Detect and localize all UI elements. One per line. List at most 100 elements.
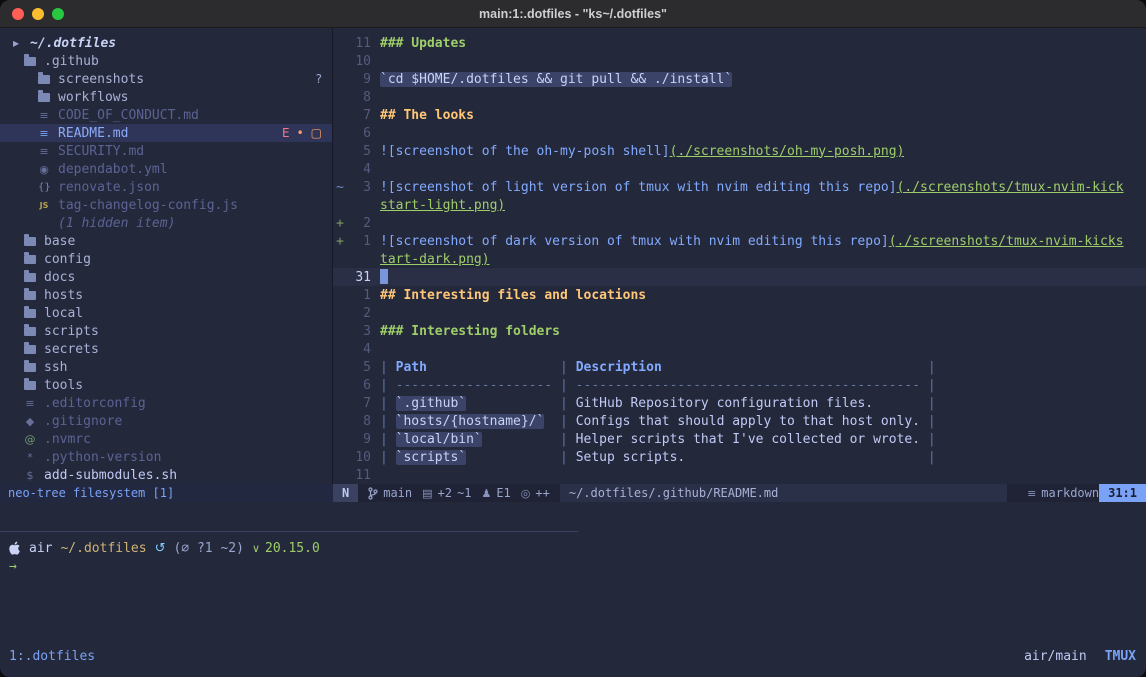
line-number: 8: [347, 90, 371, 105]
editor-line[interactable]: 11: [333, 466, 1146, 484]
tree-item[interactable]: ≡.editorconfig: [0, 394, 332, 412]
tmux-status-right: air/main TMUX: [1024, 649, 1136, 664]
line-number: 11: [347, 36, 371, 51]
editor-line[interactable]: 8: [333, 88, 1146, 106]
editor-line[interactable]: start-light.png): [333, 196, 1146, 214]
line-number: 5: [347, 360, 371, 375]
tree-item[interactable]: ≡README.mdE•▢: [0, 124, 332, 142]
editor-line[interactable]: 4: [333, 340, 1146, 358]
editor-line[interactable]: 8| `hosts/{hostname}/` | Configs that sh…: [333, 412, 1146, 430]
editor-line[interactable]: 1## Interesting files and locations: [333, 286, 1146, 304]
tree-item-label: .nvmrc: [44, 432, 91, 447]
editor-line[interactable]: 11### Updates: [333, 34, 1146, 52]
editor-line[interactable]: 6| -------------------- | --------------…: [333, 376, 1146, 394]
line-text: [380, 269, 388, 285]
editor-line[interactable]: 10| `scripts` | Setup scripts. |: [333, 448, 1146, 466]
filetype-name: markdown: [1041, 486, 1099, 500]
text-segment: |: [380, 414, 396, 429]
line-number: 6: [347, 126, 371, 141]
shell-icon: $: [24, 469, 36, 482]
editor-line[interactable]: 5| Path | Description |: [333, 358, 1146, 376]
star-icon: *: [24, 451, 36, 464]
tree-item[interactable]: {}renovate.json: [0, 178, 332, 196]
extra-indicator: ◎ ++: [521, 484, 550, 502]
tree-item-label: .python-version: [44, 450, 161, 465]
tree-item[interactable]: (1 hidden item): [0, 214, 332, 232]
tree-item[interactable]: tools: [0, 376, 332, 394]
tree-item[interactable]: screenshots?: [0, 70, 332, 88]
text-segment: ![screenshot of the oh-my-posh shell]: [380, 144, 670, 159]
editor-line[interactable]: 3### Interesting folders: [333, 322, 1146, 340]
tree-item[interactable]: JS tag-changelog-config.js: [0, 196, 332, 214]
line-text: | `scripts` | Setup scripts. |: [380, 450, 936, 465]
text-segment: |: [380, 450, 396, 465]
shell-pane[interactable]: air ~/.dotfiles ↺ (⌀ ?1 ~2) ∨ 20.15.0 → …: [0, 502, 1146, 677]
tree-item[interactable]: docs: [0, 268, 332, 286]
line-number: 5: [347, 144, 371, 159]
tree-item[interactable]: secrets: [0, 340, 332, 358]
tree-item[interactable]: workflows: [0, 88, 332, 106]
folder-icon: [24, 327, 36, 336]
tree-item[interactable]: ssh: [0, 358, 332, 376]
close-button[interactable]: [12, 8, 24, 20]
tree-item[interactable]: base: [0, 232, 332, 250]
tree-item[interactable]: * .python-version: [0, 448, 332, 466]
tree-item[interactable]: ◉dependabot.yml: [0, 160, 332, 178]
editor-line[interactable]: ~3![screenshot of light version of tmux …: [333, 178, 1146, 196]
tree-item[interactable]: ≡SECURITY.md: [0, 142, 332, 160]
tree-item[interactable]: @.nvmrc: [0, 430, 332, 448]
editor-line[interactable]: 31: [333, 268, 1146, 286]
tree-item[interactable]: config: [0, 250, 332, 268]
text-segment: |: [380, 396, 396, 411]
editor-line[interactable]: 9`cd $HOME/.dotfiles && git pull && ./in…: [333, 70, 1146, 88]
prompt-input-line[interactable]: →: [9, 557, 1146, 575]
folder-icon: [24, 237, 36, 246]
tree-item[interactable]: $ add-submodules.sh: [0, 466, 332, 484]
minimize-button[interactable]: [32, 8, 44, 20]
gutter-sign: +: [333, 234, 347, 249]
editor-line[interactable]: tart-dark.png): [333, 250, 1146, 268]
titlebar: main:1:.dotfiles - "ks~/.dotfiles": [0, 0, 1146, 28]
folder-icon: [24, 309, 36, 318]
tree-item-label: tag-changelog-config.js: [58, 198, 238, 213]
line-text: ![screenshot of dark version of tmux wit…: [380, 234, 1124, 249]
editor-line[interactable]: 7## The looks: [333, 106, 1146, 124]
text-segment: `scripts`: [396, 450, 466, 465]
tree-item[interactable]: hosts: [0, 286, 332, 304]
tree-item[interactable]: scripts: [0, 322, 332, 340]
tree-item-label: hosts: [44, 288, 83, 303]
tmux-window-item[interactable]: 1:.dotfiles: [9, 649, 95, 664]
status-marks: E•▢: [282, 126, 322, 140]
editor-line[interactable]: 4: [333, 160, 1146, 178]
tree-item[interactable]: .github: [0, 52, 332, 70]
editor-pane[interactable]: 11### Updates109`cd $HOME/.dotfiles && g…: [333, 28, 1146, 484]
node-icon: ∨: [252, 542, 260, 555]
tree-item[interactable]: ≡CODE_OF_CONDUCT.md: [0, 106, 332, 124]
text-segment: ## Interesting files and locations: [380, 288, 646, 303]
diff-added: +2: [438, 486, 452, 500]
js-icon: JS: [38, 201, 50, 210]
tree-item[interactable]: local: [0, 304, 332, 322]
editor-line[interactable]: 9| `local/bin` | Helper scripts that I'v…: [333, 430, 1146, 448]
gear-icon: ≡: [24, 397, 36, 410]
editor-line[interactable]: +1![screenshot of dark version of tmux w…: [333, 232, 1146, 250]
terminal-window: main:1:.dotfiles - "ks~/.dotfiles" ▸~/.d…: [0, 0, 1146, 677]
zoom-button[interactable]: [52, 8, 64, 20]
mode-indicator: N: [333, 484, 358, 502]
text-segment: ### Interesting folders: [380, 324, 560, 339]
tree-item-label: add-submodules.sh: [44, 468, 177, 483]
neo-tree-sidebar[interactable]: ▸~/.dotfiles.githubscreenshots?workflows…: [0, 28, 333, 484]
editor-line[interactable]: 6: [333, 124, 1146, 142]
editor-line[interactable]: 10: [333, 52, 1146, 70]
text-segment: |: [380, 432, 396, 447]
editor-line[interactable]: 5![screenshot of the oh-my-posh shell](.…: [333, 142, 1146, 160]
editor-line[interactable]: 7| `.github` | GitHub Repository configu…: [333, 394, 1146, 412]
editor-line[interactable]: +2: [333, 214, 1146, 232]
text-segment: (./screenshots/tmux-nvim-kicks: [889, 234, 1124, 249]
filetype: ≡ markdown: [1027, 484, 1099, 502]
tree-item-label: ssh: [44, 360, 67, 375]
tree-item[interactable]: ◆.gitignore: [0, 412, 332, 430]
tree-item[interactable]: ▸~/.dotfiles: [0, 34, 332, 52]
tree-item-label: secrets: [44, 342, 99, 357]
editor-line[interactable]: 2: [333, 304, 1146, 322]
